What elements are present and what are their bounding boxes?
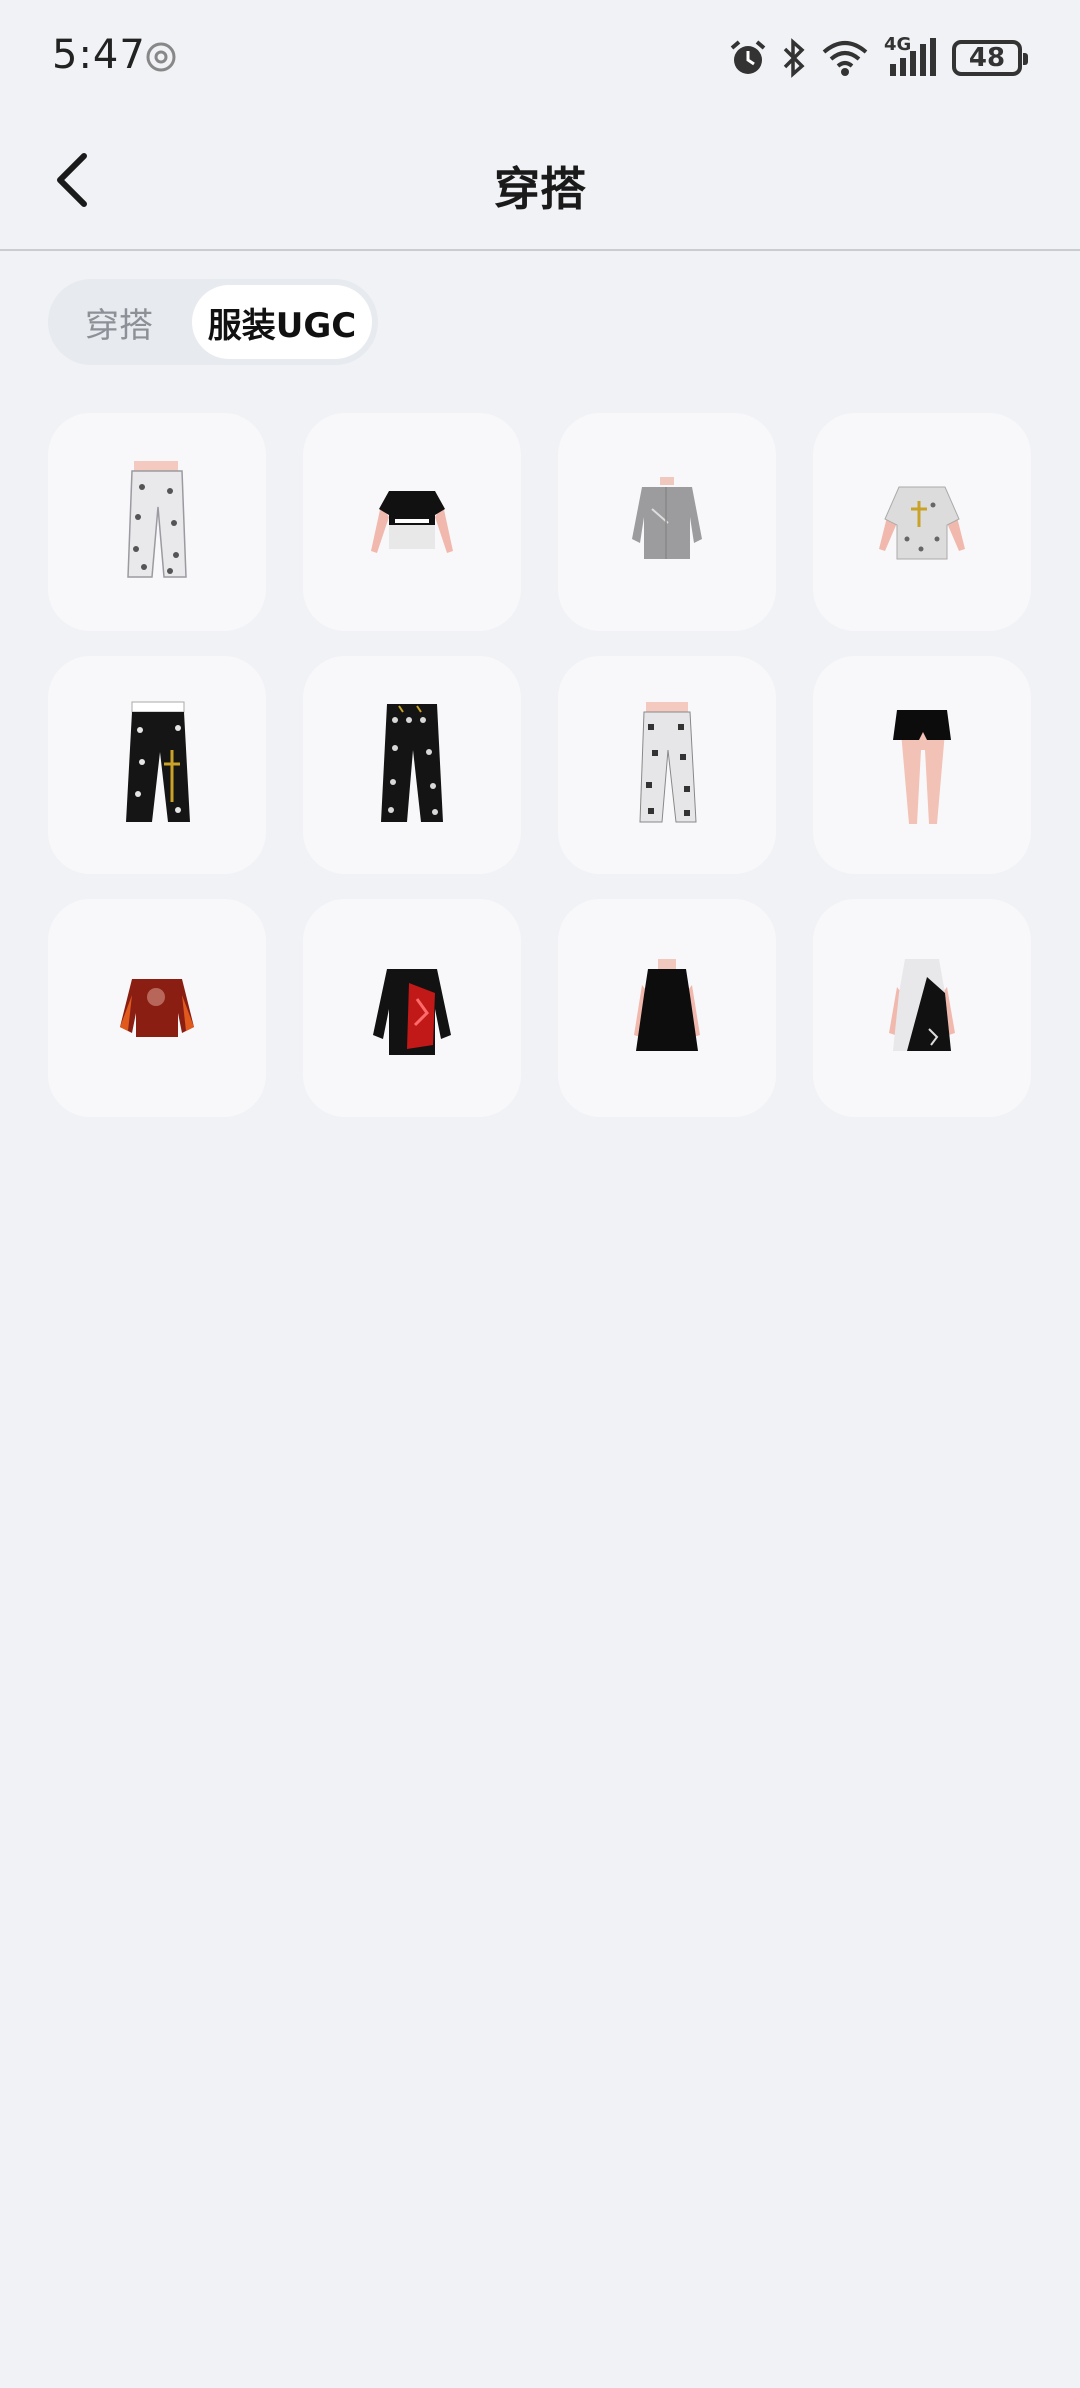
battery-level: 48 (968, 43, 1006, 73)
black-patterned-pants-icon (126, 701, 190, 822)
black-white-dress-icon (889, 959, 955, 1051)
status-time: 5:47 (52, 32, 146, 78)
clothing-item-card[interactable] (48, 656, 266, 874)
wifi-icon (820, 38, 870, 78)
page-title: 穿搭 (494, 162, 586, 216)
black-print-pants-icon (381, 704, 443, 822)
clothing-item-card[interactable] (303, 413, 521, 631)
clothing-item-card[interactable] (813, 413, 1031, 631)
clothing-grid (48, 413, 1032, 1117)
black-shorts-icon (893, 710, 951, 824)
clothing-item-card[interactable] (303, 899, 521, 1117)
clothing-item-card[interactable] (48, 899, 266, 1117)
gray-jacket-icon (632, 477, 702, 559)
clothing-item-card[interactable] (813, 899, 1031, 1117)
white-pattern-pants-icon (639, 702, 697, 823)
black-red-coat-icon (373, 969, 451, 1055)
clothing-item-card[interactable] (558, 413, 776, 631)
clothing-item-card[interactable] (558, 656, 776, 874)
tab-bar: 穿搭 服装UGC (48, 279, 378, 365)
white-print-shirt-icon (879, 486, 965, 560)
network-type-label: 4G (884, 34, 912, 55)
clothing-item-card[interactable] (303, 656, 521, 874)
app-notification-icon (146, 42, 176, 72)
header: 穿搭 (0, 115, 1080, 251)
tab-clothing-ugc[interactable]: 服装UGC (192, 285, 372, 359)
clothing-item-card[interactable] (48, 413, 266, 631)
clothing-item-card[interactable] (813, 656, 1031, 874)
status-bar: 5:47 4G 48 (0, 0, 1080, 115)
black-dress-icon (634, 959, 700, 1051)
white-patterned-pants-icon (127, 461, 187, 578)
tab-outfits[interactable]: 穿搭 (54, 285, 184, 359)
cellular-signal-icon: 4G (884, 34, 938, 78)
red-top-icon (120, 979, 194, 1037)
alarm-icon (728, 38, 768, 78)
bluetooth-icon (782, 38, 806, 78)
black-white-tshirt-icon (371, 491, 453, 553)
clothing-item-card[interactable] (558, 899, 776, 1117)
battery-icon: 48 (952, 40, 1028, 76)
